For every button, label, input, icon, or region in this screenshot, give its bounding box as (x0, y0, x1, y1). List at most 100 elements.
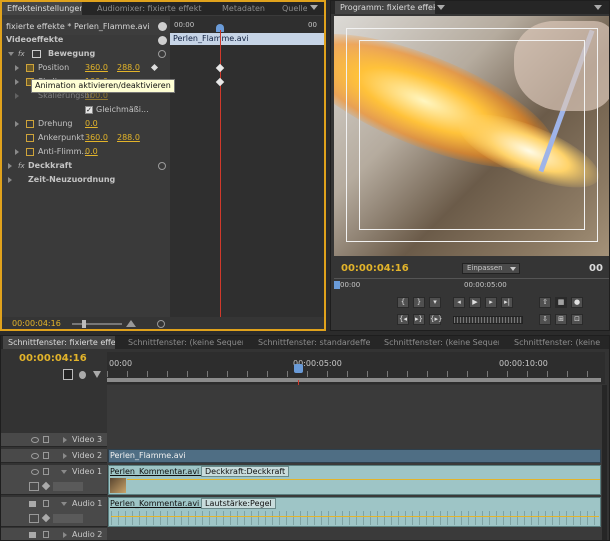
display-style-icon[interactable] (29, 482, 39, 491)
snap-icon[interactable] (63, 369, 73, 380)
timeline-ruler[interactable]: 00:00 00:00:05:00 00:00:10:00 (107, 352, 605, 384)
keyframe-toggle-icon[interactable] (41, 481, 51, 491)
expand-triangle-icon[interactable] (15, 93, 19, 99)
row-anti-flimmern[interactable]: Anti-Flimm... 0.0 (2, 145, 170, 159)
mark-in-button[interactable]: { (397, 297, 409, 308)
program-ruler[interactable]: 00:00 00:00:05:00 (334, 278, 609, 290)
trim-button[interactable]: ⊞ (555, 314, 567, 325)
clip-perlen-kommentar-audio[interactable]: Perlen_Kommentar.avi [A] Lautstärke:Pege… (108, 497, 601, 527)
play-button[interactable]: ▶ (469, 297, 481, 308)
eye-icon[interactable] (31, 469, 39, 475)
effect-timecode[interactable]: 00:00:04:16 (12, 319, 61, 328)
mark-out-button[interactable]: } (413, 297, 425, 308)
position-keyframe[interactable] (215, 63, 225, 73)
panel-menu-icon[interactable] (594, 5, 602, 10)
header-expand-icon[interactable] (158, 22, 167, 31)
play-in-out-button[interactable]: {▸} (429, 314, 442, 325)
collapse-icon[interactable] (158, 36, 167, 45)
work-area-bar[interactable] (107, 378, 601, 382)
track-header-audio2[interactable]: Audio 2 (1, 528, 107, 540)
zoom-mountain-icon[interactable] (126, 320, 136, 327)
track-header-video3[interactable]: Video 3 (1, 433, 107, 447)
position-x-value[interactable]: 360.0 (85, 61, 108, 75)
expand-triangle-icon[interactable] (61, 502, 67, 506)
expand-triangle-icon[interactable] (63, 437, 67, 443)
row-drehung[interactable]: Drehung 0.0 (2, 117, 170, 131)
volume-rubberband[interactable] (111, 516, 599, 517)
clip-perlen-kommentar-video[interactable]: Perlen_Kommentar.avi [V] Deckkraft:Deckk… (108, 465, 601, 495)
stopwatch-icon[interactable] (26, 120, 34, 128)
set-marker-icon[interactable] (93, 371, 101, 378)
track-header-audio1[interactable]: Audio 1 (1, 497, 107, 527)
stopwatch-icon[interactable] (26, 134, 34, 142)
row-position[interactable]: Position 360.0 288.0 (2, 61, 170, 75)
tab-menu-icon[interactable] (437, 5, 445, 10)
stopwatch-icon[interactable] (26, 64, 34, 72)
display-style-icon[interactable] (29, 514, 39, 523)
program-playhead[interactable] (334, 281, 340, 289)
marker-icon[interactable] (79, 371, 86, 379)
expand-triangle-icon[interactable] (15, 149, 19, 155)
tab-programm[interactable]: Programm: fixierte effekte (335, 1, 435, 14)
go-to-next-button[interactable]: ▸| (501, 297, 513, 308)
gleichmassig-checkbox[interactable]: ✓ (85, 106, 93, 114)
tab-schnittfenster-keine-3[interactable]: Schnittfenster: (keine (509, 336, 607, 349)
reset-icon[interactable] (158, 162, 166, 170)
expand-triangle-icon[interactable] (15, 79, 19, 85)
eye-icon[interactable] (31, 453, 39, 459)
keyframe-nav[interactable] (53, 514, 83, 523)
stopwatch-icon[interactable] (26, 148, 34, 156)
lock-icon[interactable] (43, 436, 49, 443)
keyframe-toggle-icon[interactable] (41, 513, 51, 523)
lift-button[interactable]: ⇧ (539, 297, 551, 308)
expand-triangle-icon[interactable] (8, 52, 14, 56)
expand-triangle-icon[interactable] (15, 65, 19, 71)
set-marker-button[interactable]: ▾ (429, 297, 441, 308)
step-back-button[interactable]: ◂ (453, 297, 465, 308)
expand-triangle-icon[interactable] (63, 532, 67, 538)
tab-metadaten[interactable]: Metadaten (217, 2, 267, 15)
lock-icon[interactable] (43, 452, 49, 459)
expand-triangle-icon[interactable] (63, 453, 67, 459)
effect-clip-bar[interactable]: Perlen_Flamme.avi (170, 33, 324, 45)
eye-icon[interactable] (31, 437, 39, 443)
row-deckkraft[interactable]: fx Deckkraft (2, 159, 170, 173)
expand-triangle-icon[interactable] (8, 163, 12, 169)
lock-icon[interactable] (43, 531, 49, 538)
track-header-video1[interactable]: Video 1 (1, 465, 107, 495)
lock-icon[interactable] (43, 500, 49, 507)
zoom-handle[interactable] (82, 320, 86, 328)
loop-icon[interactable] (157, 320, 165, 328)
tab-quelle[interactable]: Quelle (277, 2, 307, 15)
anti-value[interactable]: 0.0 (85, 145, 98, 159)
speaker-icon[interactable] (29, 532, 36, 538)
clip-fx-dropdown[interactable]: Deckkraft:Deckkraft (201, 466, 290, 477)
speaker-icon[interactable] (29, 501, 36, 507)
video-frame[interactable] (334, 16, 609, 256)
program-timecode[interactable]: 00:00:04:16 (341, 263, 409, 274)
go-to-out-button[interactable]: ▸} (413, 314, 425, 325)
tab-audiomixer[interactable]: Audiomixer: fixierte effekte (92, 2, 202, 15)
motion-icon[interactable] (32, 50, 41, 58)
timeline-scrollbar[interactable] (602, 385, 607, 540)
jog-shuttle[interactable] (453, 316, 523, 324)
anker-x-value[interactable]: 360.0 (85, 131, 108, 145)
output-button[interactable]: ● (571, 297, 583, 308)
tab-schnittfenster-standard[interactable]: Schnittfenster: standardeffekte (253, 336, 371, 349)
timeline-playhead-handle[interactable] (294, 364, 303, 373)
clip-perlen-flamme[interactable]: Perlen_Flamme.avi (108, 449, 601, 463)
tab-effekteinstellungen[interactable]: Effekteinstellungen (2, 2, 82, 15)
keyframe-nav[interactable] (53, 482, 83, 491)
fit-dropdown[interactable]: Einpassen (462, 263, 520, 274)
go-to-in-button[interactable]: {◂ (397, 314, 409, 325)
lock-icon[interactable] (43, 468, 49, 475)
row-gleichmassig[interactable]: ✓ Gleichmäßi... (2, 103, 170, 117)
export-frame-button[interactable]: ⊡ (571, 314, 583, 325)
expand-triangle-icon[interactable] (15, 121, 19, 127)
panel-menu-icon[interactable] (310, 5, 318, 10)
step-forward-button[interactable]: ▸ (485, 297, 497, 308)
skalierung-keyframe[interactable] (215, 77, 225, 87)
track-header-video2[interactable]: Video 2 (1, 449, 107, 463)
fx-badge-icon[interactable]: fx (18, 47, 25, 61)
effect-timeline-area[interactable]: 00:00 00 Perlen_Flamme.avi (170, 16, 324, 317)
